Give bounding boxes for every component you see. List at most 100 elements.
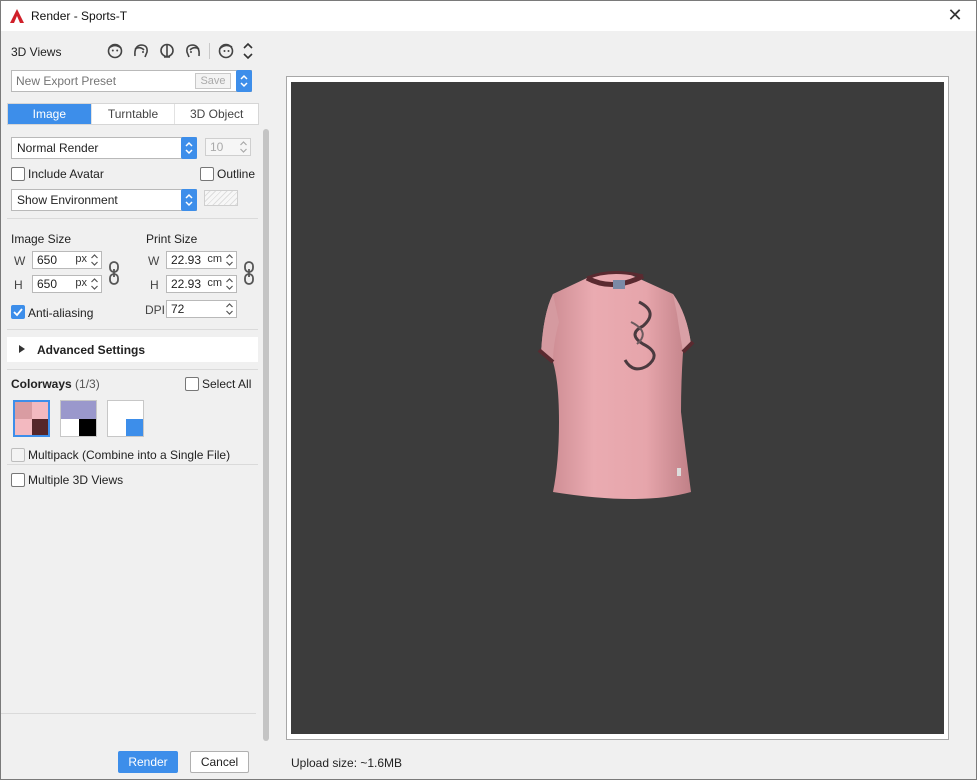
environment-value: Show Environment — [17, 193, 118, 207]
render-mode-dropdown-button[interactable] — [181, 137, 197, 159]
image-width-input[interactable]: 650 px — [32, 251, 102, 269]
image-height-value: 650 — [37, 277, 58, 291]
tab-turntable[interactable]: Turntable — [92, 104, 176, 124]
anti-aliasing-checkbox[interactable] — [11, 305, 25, 319]
print-height-value: 22.93 — [171, 277, 202, 291]
quarter-view-icon[interactable] — [216, 42, 236, 60]
swatch-color — [78, 418, 96, 436]
chevron-up-down-icon — [185, 193, 193, 207]
close-icon[interactable]: ✕ — [944, 5, 966, 27]
stepper-arrows-icon[interactable] — [90, 277, 99, 291]
shirt-body — [541, 273, 691, 499]
swatch-color — [125, 418, 143, 436]
chevron-up-down-icon[interactable] — [242, 42, 254, 60]
panel-scrollbar[interactable] — [263, 129, 269, 741]
image-height-input[interactable]: 650 px — [32, 275, 102, 293]
side-view-right-icon[interactable] — [183, 42, 203, 60]
image-width-value: 650 — [37, 253, 58, 267]
colorway-swatch[interactable] — [107, 400, 144, 437]
tab-3d-object[interactable]: 3D Object — [175, 104, 258, 124]
image-height-label: H — [14, 278, 23, 292]
preset-dropdown-button[interactable] — [236, 70, 252, 92]
outline-label: Outline — [217, 167, 256, 181]
print-width-unit: cm — [207, 253, 222, 265]
colorways-title: Colorways — [11, 377, 72, 391]
image-size-heading: Image Size — [11, 232, 72, 246]
preset-name-input[interactable] — [16, 73, 194, 89]
stepper-arrows-icon — [240, 141, 247, 153]
environment-select[interactable]: Show Environment — [11, 189, 197, 211]
view-separator — [209, 43, 210, 59]
dpi-label: DPI — [145, 303, 166, 317]
environment-dropdown-button[interactable] — [181, 189, 197, 211]
tab-image[interactable]: Image — [8, 104, 92, 124]
multiple-views-label: Multiple 3D Views — [28, 473, 124, 487]
section-divider — [7, 464, 258, 465]
render-mode-select[interactable]: Normal Render — [11, 137, 197, 159]
advanced-settings-toggle[interactable]: Advanced Settings — [7, 337, 258, 362]
anti-aliasing-label: Anti-aliasing — [28, 306, 94, 320]
multiple-views-checkbox[interactable] — [11, 473, 25, 487]
render-window: Render - Sports-T ✕ 3D Views New Export … — [0, 0, 977, 780]
link-aspect-icon[interactable] — [243, 261, 255, 285]
render-mode-value: Normal Render — [17, 141, 99, 155]
chevron-right-icon — [19, 345, 25, 353]
select-all-checkbox[interactable] — [185, 377, 199, 391]
swatch-color — [125, 401, 143, 419]
link-aspect-icon[interactable] — [108, 261, 120, 285]
print-width-value: 22.93 — [171, 253, 202, 267]
render-button[interactable]: Render — [118, 751, 178, 773]
multipack-checkbox[interactable] — [11, 448, 25, 462]
views-label: 3D Views — [11, 45, 62, 59]
stepper-arrows-icon[interactable] — [225, 277, 234, 291]
save-preset-button[interactable]: Save — [195, 73, 231, 89]
outline-checkbox[interactable] — [200, 167, 214, 181]
back-view-icon[interactable] — [157, 42, 177, 60]
include-avatar-checkbox[interactable] — [11, 167, 25, 181]
swatch-color — [61, 418, 79, 436]
swatch-color — [108, 418, 126, 436]
colorway-swatch[interactable] — [60, 400, 97, 437]
swatch-color — [31, 418, 48, 435]
chevron-up-down-icon — [185, 141, 193, 155]
section-divider — [7, 218, 258, 219]
quality-stepper[interactable]: 10 — [205, 138, 251, 156]
quality-value: 10 — [210, 140, 224, 154]
stepper-arrows-icon[interactable] — [90, 253, 99, 267]
cancel-button[interactable]: Cancel — [190, 751, 249, 773]
side-view-left-icon[interactable] — [131, 42, 151, 60]
dpi-value: 72 — [171, 302, 185, 316]
swatch-color — [15, 402, 32, 419]
dpi-input[interactable]: 72 — [166, 300, 237, 318]
front-view-icon[interactable] — [105, 42, 125, 60]
swatch-color — [31, 402, 48, 419]
window-title: Render - Sports-T — [31, 9, 128, 23]
garment-preview-image — [537, 271, 695, 499]
select-all-label: Select All — [202, 377, 252, 391]
app-logo-icon — [10, 9, 24, 23]
section-divider — [7, 329, 258, 330]
section-divider — [7, 369, 258, 370]
image-width-unit: px — [75, 253, 87, 265]
stepper-arrows-icon[interactable] — [225, 253, 234, 267]
multipack-label: Multipack (Combine into a Single File) — [28, 448, 231, 462]
colorway-swatch[interactable] — [13, 400, 50, 437]
footer-divider — [1, 713, 256, 714]
swatch-color — [78, 401, 96, 419]
title-bar: Render - Sports-T ✕ — [1, 1, 976, 31]
background-color-swatch[interactable] — [204, 190, 238, 206]
include-avatar-label: Include Avatar — [28, 167, 104, 181]
chevron-up-down-icon — [240, 74, 248, 88]
preview-frame — [286, 76, 949, 740]
render-preview-viewport[interactable] — [291, 82, 944, 734]
swatch-color — [61, 401, 79, 419]
swatch-color — [15, 418, 32, 435]
export-preset-combobox: Save — [11, 70, 252, 92]
image-height-unit: px — [75, 277, 87, 289]
print-width-label: W — [148, 254, 160, 268]
colorways-heading: Colorways (1/3) — [11, 377, 100, 391]
print-height-input[interactable]: 22.93 cm — [166, 275, 237, 293]
colorways-count: (1/3) — [75, 377, 100, 391]
stepper-arrows-icon[interactable] — [225, 302, 234, 316]
print-width-input[interactable]: 22.93 cm — [166, 251, 237, 269]
